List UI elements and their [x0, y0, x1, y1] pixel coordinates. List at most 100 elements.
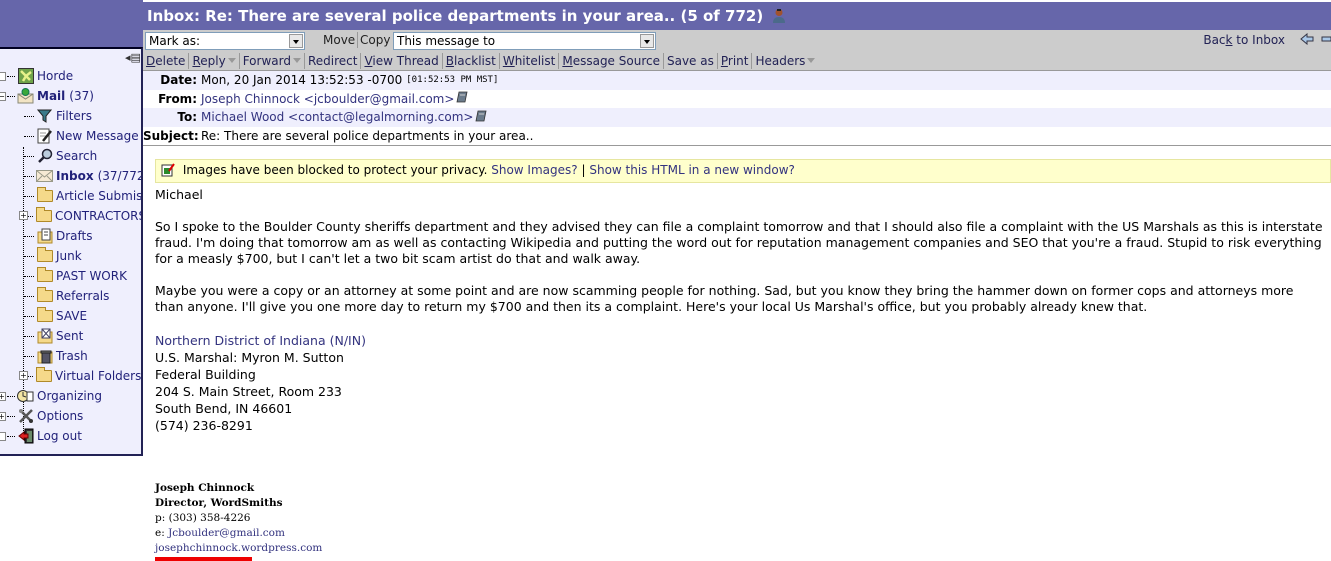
- chevron-down-icon[interactable]: [292, 58, 301, 63]
- show-images-link[interactable]: Show Images?: [491, 163, 577, 177]
- sidebar-item-virtual-folders[interactable]: + Virtual Folders: [0, 366, 141, 386]
- expand-icon[interactable]: +: [19, 211, 28, 220]
- chevron-down-icon[interactable]: [807, 58, 816, 63]
- trash-icon: [36, 348, 53, 365]
- annotation-underline: [155, 557, 252, 561]
- tree-connector: [7, 95, 15, 97]
- tree-connector: [24, 195, 34, 197]
- compose-icon: [36, 128, 53, 145]
- tree-connector: [24, 295, 34, 297]
- sidebar-item-label: Mail: [37, 89, 66, 103]
- from-row: From: Joseph Chinnock <jcboulder@gmail.c…: [143, 89, 1331, 108]
- action-label: Redirect: [307, 54, 358, 68]
- save-as-button[interactable]: Save as: [664, 53, 718, 69]
- signature-website-link[interactable]: josephchinnock.wordpress.com: [155, 541, 322, 556]
- mark-as-select[interactable]: Mark as:: [145, 32, 305, 50]
- target-folder-select[interactable]: This message to: [393, 32, 656, 50]
- sidebar-item-organizing[interactable]: + Organizing: [0, 386, 141, 406]
- sidebar-item-label: Options: [37, 409, 84, 423]
- whitelist-button[interactable]: Whitelist: [500, 53, 560, 69]
- blacklist-button[interactable]: Blacklist: [443, 53, 500, 69]
- move-button[interactable]: Move: [323, 33, 355, 47]
- privacy-notice: Images have been blocked to protect your…: [155, 159, 1331, 183]
- sidebar-item-horde[interactable]: Horde: [0, 66, 141, 86]
- action-label: Blacklist: [445, 54, 496, 68]
- view-thread-button[interactable]: View Thread: [361, 53, 443, 69]
- expand-icon[interactable]: +: [19, 371, 28, 380]
- headers-button[interactable]: Headers: [752, 53, 818, 69]
- district-link[interactable]: Northern District of Indiana (N/IN): [155, 332, 366, 349]
- delete-button[interactable]: Delete: [143, 53, 190, 69]
- tree-connector: [28, 375, 33, 377]
- sidebar-item-junk[interactable]: Junk: [0, 246, 141, 266]
- search-icon: [36, 148, 53, 165]
- redirect-button[interactable]: Redirect: [305, 53, 362, 69]
- sidebar-item-referrals[interactable]: Referrals: [0, 286, 141, 306]
- person-icon: [772, 8, 786, 27]
- subject-label: Subject:: [143, 128, 199, 143]
- to-row: To: Michael Wood <contact@legalmorning.c…: [143, 108, 1331, 127]
- sidebar-header: [0, 0, 143, 47]
- collapse-icon[interactable]: −: [0, 91, 6, 101]
- privacy-message: Images have been blocked to protect your…: [182, 163, 488, 177]
- chevron-down-icon[interactable]: [227, 58, 236, 63]
- previous-message-icon[interactable]: [1300, 32, 1314, 48]
- print-button[interactable]: Print: [718, 53, 753, 69]
- from-link[interactable]: Joseph Chinnock <jcboulder@gmail.com>: [201, 92, 454, 106]
- expand-icon[interactable]: +: [0, 391, 6, 401]
- sidebar-item-trash[interactable]: Trash: [0, 346, 141, 366]
- sidebar-item-filters[interactable]: Filters: [0, 106, 141, 126]
- sidebar-item-options[interactable]: + Options: [0, 406, 141, 426]
- chevron-down-icon: [289, 34, 303, 48]
- tree-connector: [24, 135, 34, 137]
- sidebar-item-label: Inbox: [56, 169, 94, 183]
- action-label: View Thread: [364, 54, 439, 68]
- sidebar-item-label: Junk: [56, 249, 82, 263]
- horde-icon: [17, 68, 34, 85]
- sidebar-item-label: Sent: [56, 329, 84, 343]
- add-to-addressbook-icon[interactable]: [456, 91, 468, 106]
- sidebar-item-mail[interactable]: − Mail (37): [0, 86, 141, 106]
- sidebar-item-save[interactable]: SAVE: [0, 306, 141, 326]
- message-headers: Date: Mon, 20 Jan 2014 13:52:53 -0700 [0…: [143, 71, 1331, 145]
- tree-node-icon: [0, 71, 6, 81]
- add-to-addressbook-icon[interactable]: [475, 110, 487, 125]
- sidebar-item-inbox[interactable]: Inbox(37/772): [0, 166, 141, 186]
- sidebar-item-new-message[interactable]: New Message: [0, 126, 141, 146]
- back-to-inbox-link[interactable]: Back to Inbox: [1203, 33, 1285, 47]
- action-label: Message Source: [562, 54, 660, 68]
- forward-button[interactable]: Forward: [240, 53, 305, 69]
- signature-email-link[interactable]: Jcboulder@gmail.com: [168, 527, 285, 539]
- message-body: Michael So I spoke to the Boulder County…: [155, 187, 1325, 331]
- action-label: Reply: [192, 54, 226, 68]
- sidebar-item-log-out[interactable]: Log out: [0, 426, 141, 446]
- folder-icon: [36, 287, 53, 305]
- sidebar-item-article-submissions[interactable]: Article Submissions: [0, 186, 141, 206]
- sidebar-item-search[interactable]: Search: [0, 146, 141, 166]
- sidebar-item-label: Referrals: [56, 289, 110, 303]
- expand-icon[interactable]: +: [0, 411, 6, 421]
- sidebar-item-label: Log out: [37, 429, 82, 443]
- date-label: Date:: [160, 73, 197, 88]
- folder-icon: [35, 367, 52, 385]
- to-link[interactable]: Michael Wood <contact@legalmorning.com>: [201, 110, 473, 124]
- next-message-icon[interactable]: [1321, 33, 1331, 48]
- inbox-icon: [36, 168, 53, 185]
- sidebar-item-contractors[interactable]: + CONTRACTORS: [0, 206, 141, 226]
- sidebar-item-label: Virtual Folders: [55, 369, 141, 383]
- divider: [143, 145, 1331, 146]
- sidebar-item-label: Article Submissions: [56, 189, 141, 203]
- copy-button[interactable]: Copy: [360, 33, 390, 47]
- greeting: Michael: [155, 187, 203, 202]
- sidebar-item-sent[interactable]: Sent: [0, 326, 141, 346]
- sidebar-item-drafts[interactable]: Drafts: [0, 226, 141, 246]
- collapse-sidebar-icon[interactable]: ◂▤: [125, 51, 141, 65]
- show-html-link[interactable]: Show this HTML in a new window?: [589, 163, 795, 177]
- reply-button[interactable]: Reply: [189, 53, 240, 69]
- message-source-button[interactable]: Message Source: [559, 53, 664, 69]
- from-label: From:: [158, 91, 197, 106]
- tree-connector: [24, 315, 34, 317]
- sidebar-item-past-work[interactable]: PAST WORK: [0, 266, 141, 286]
